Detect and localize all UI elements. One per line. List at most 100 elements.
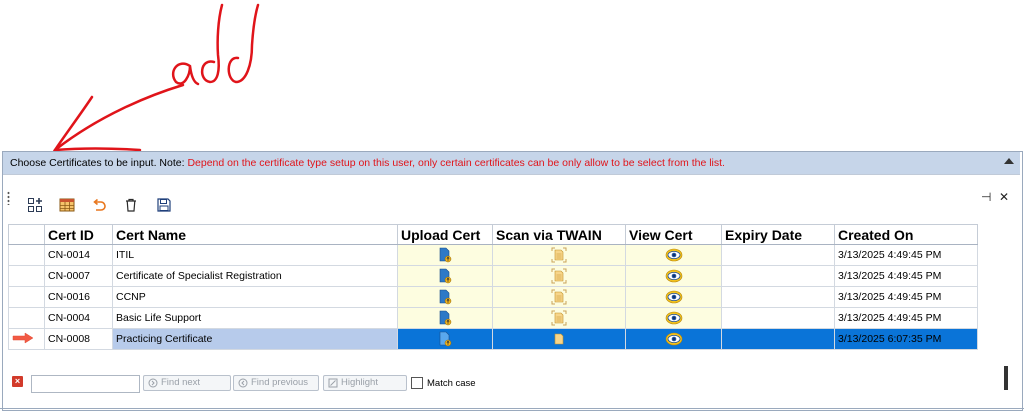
row-indicator[interactable] <box>8 265 45 287</box>
scan-twain-cell[interactable] <box>492 286 626 308</box>
upload-document-icon <box>439 310 452 326</box>
upload-document-icon <box>439 247 452 263</box>
upload-cert-cell[interactable] <box>397 286 493 308</box>
row-indicator[interactable] <box>8 244 45 266</box>
view-cert-cell[interactable] <box>625 286 722 308</box>
view-eye-icon <box>665 332 682 346</box>
table-row[interactable]: CN-0014 ITIL 3/13/2025 4:49:45 PM <box>8 244 978 266</box>
view-eye-icon <box>665 290 682 304</box>
scan-twain-cell[interactable] <box>492 307 626 329</box>
created-on-cell: 3/13/2025 4:49:45 PM <box>834 265 978 287</box>
table-row[interactable]: CN-0016 CCNP 3/13/2025 4:49:45 PM <box>8 286 978 308</box>
scan-document-icon <box>551 289 567 305</box>
find-previous-label: Find previous <box>251 377 309 388</box>
table-row[interactable]: CN-0007 Certificate of Specialist Registr… <box>8 265 978 287</box>
note-prefix: Choose Certificates to be input. Note: <box>10 157 188 169</box>
column-header-cert-id[interactable]: Cert ID <box>44 224 113 245</box>
add-row-button[interactable] <box>26 196 44 214</box>
highlight-label: Highlight <box>341 377 378 388</box>
expiry-date-cell[interactable] <box>721 244 835 266</box>
find-previous-button[interactable]: Find previous <box>233 375 319 391</box>
view-cert-cell[interactable] <box>625 244 722 266</box>
collapse-icon[interactable] <box>1004 158 1014 164</box>
undo-button[interactable] <box>90 196 108 214</box>
created-on-cell: 3/13/2025 4:49:45 PM <box>834 244 978 266</box>
column-header-expiry-date[interactable]: Expiry Date <box>721 224 835 245</box>
toolbar-grip-icon[interactable] <box>7 191 10 205</box>
cert-name-cell[interactable]: ITIL <box>112 244 398 266</box>
match-case-label: Match case <box>427 378 476 389</box>
expiry-date-cell[interactable] <box>721 307 835 329</box>
find-next-button[interactable]: Find next <box>143 375 231 391</box>
scan-document-icon <box>551 310 567 326</box>
view-cert-cell[interactable] <box>625 265 722 287</box>
close-icon[interactable]: ✕ <box>999 190 1009 204</box>
scan-document-icon <box>551 247 567 263</box>
upload-cert-cell[interactable] <box>397 265 493 287</box>
cert-name-cell[interactable]: Practicing Certificate <box>112 328 398 350</box>
cert-id-cell[interactable]: CN-0014 <box>44 244 113 266</box>
column-header-created-on[interactable]: Created On <box>834 224 978 245</box>
find-input[interactable] <box>31 375 140 393</box>
scan-twain-cell[interactable] <box>492 265 626 287</box>
row-indicator[interactable] <box>8 307 45 329</box>
column-header-cert-name[interactable]: Cert Name <box>112 224 398 245</box>
cert-id-cell[interactable]: CN-0016 <box>44 286 113 308</box>
table-row[interactable]: CN-0004 Basic Life Support 3/13/2025 4:49:… <box>8 307 978 329</box>
view-cert-cell[interactable] <box>625 307 722 329</box>
view-eye-icon <box>665 311 682 325</box>
created-on-cell: 3/13/2025 6:07:35 PM <box>834 328 978 350</box>
expiry-date-cell[interactable] <box>721 286 835 308</box>
save-button[interactable] <box>155 196 173 214</box>
table-row[interactable]: CN-0008 Practicing Certificate 3/13/2025 6… <box>8 328 978 350</box>
close-find-icon[interactable]: × <box>12 376 23 387</box>
delete-icon <box>126 198 136 212</box>
upload-document-icon <box>439 289 452 305</box>
vertical-scrollbar[interactable] <box>1004 366 1008 390</box>
upload-cert-cell[interactable] <box>397 307 493 329</box>
scan-twain-cell[interactable] <box>492 328 626 350</box>
frame-bottom-border <box>0 408 1024 409</box>
current-row-arrow-icon <box>12 332 34 343</box>
pin-icon[interactable]: ⊣ <box>981 190 991 204</box>
delete-button[interactable] <box>122 196 140 214</box>
cert-name-cell[interactable]: Certificate of Specialist Registration <box>112 265 398 287</box>
upload-document-icon <box>439 331 452 347</box>
upload-document-icon <box>439 268 452 284</box>
view-eye-icon <box>665 248 682 262</box>
view-cert-cell[interactable] <box>625 328 722 350</box>
highlight-button[interactable]: Highlight <box>323 375 407 391</box>
scan-twain-cell[interactable] <box>492 244 626 266</box>
expiry-date-cell[interactable] <box>721 328 835 350</box>
scan-document-icon <box>554 333 564 345</box>
row-indicator[interactable] <box>8 286 45 308</box>
scan-document-icon <box>551 268 567 284</box>
column-header-view-cert[interactable]: View Cert <box>625 224 722 245</box>
find-next-label: Find next <box>161 377 201 388</box>
find-bar: × Find next Find previous Highlight Matc… <box>3 370 998 398</box>
column-header-scan-twain[interactable]: Scan via TWAIN <box>492 224 626 245</box>
cert-name-cell[interactable]: Basic Life Support <box>112 307 398 329</box>
note-text: Choose Certificates to be input. Note: D… <box>10 157 725 169</box>
save-icon <box>157 198 171 212</box>
note-warning: Depend on the certificate type setup on … <box>187 157 725 169</box>
undo-icon <box>93 198 106 211</box>
cert-id-cell[interactable]: CN-0008 <box>44 328 113 350</box>
grid-view-icon <box>59 198 75 212</box>
grid-view-button[interactable] <box>58 196 76 214</box>
created-on-cell: 3/13/2025 4:49:45 PM <box>834 286 978 308</box>
find-previous-icon <box>238 378 248 388</box>
cert-id-cell[interactable]: CN-0004 <box>44 307 113 329</box>
highlight-icon <box>328 378 338 388</box>
upload-cert-cell[interactable] <box>397 244 493 266</box>
add-row-icon <box>28 198 42 212</box>
expiry-date-cell[interactable] <box>721 265 835 287</box>
cert-id-cell[interactable]: CN-0007 <box>44 265 113 287</box>
view-eye-icon <box>665 269 682 283</box>
cert-name-cell[interactable]: CCNP <box>112 286 398 308</box>
match-case-checkbox[interactable] <box>411 377 423 389</box>
row-indicator[interactable] <box>8 328 45 350</box>
column-header-upload-cert[interactable]: Upload Cert <box>397 224 493 245</box>
grid-header-row: Cert ID Cert Name Upload Cert Scan via T… <box>8 224 978 245</box>
upload-cert-cell[interactable] <box>397 328 493 350</box>
